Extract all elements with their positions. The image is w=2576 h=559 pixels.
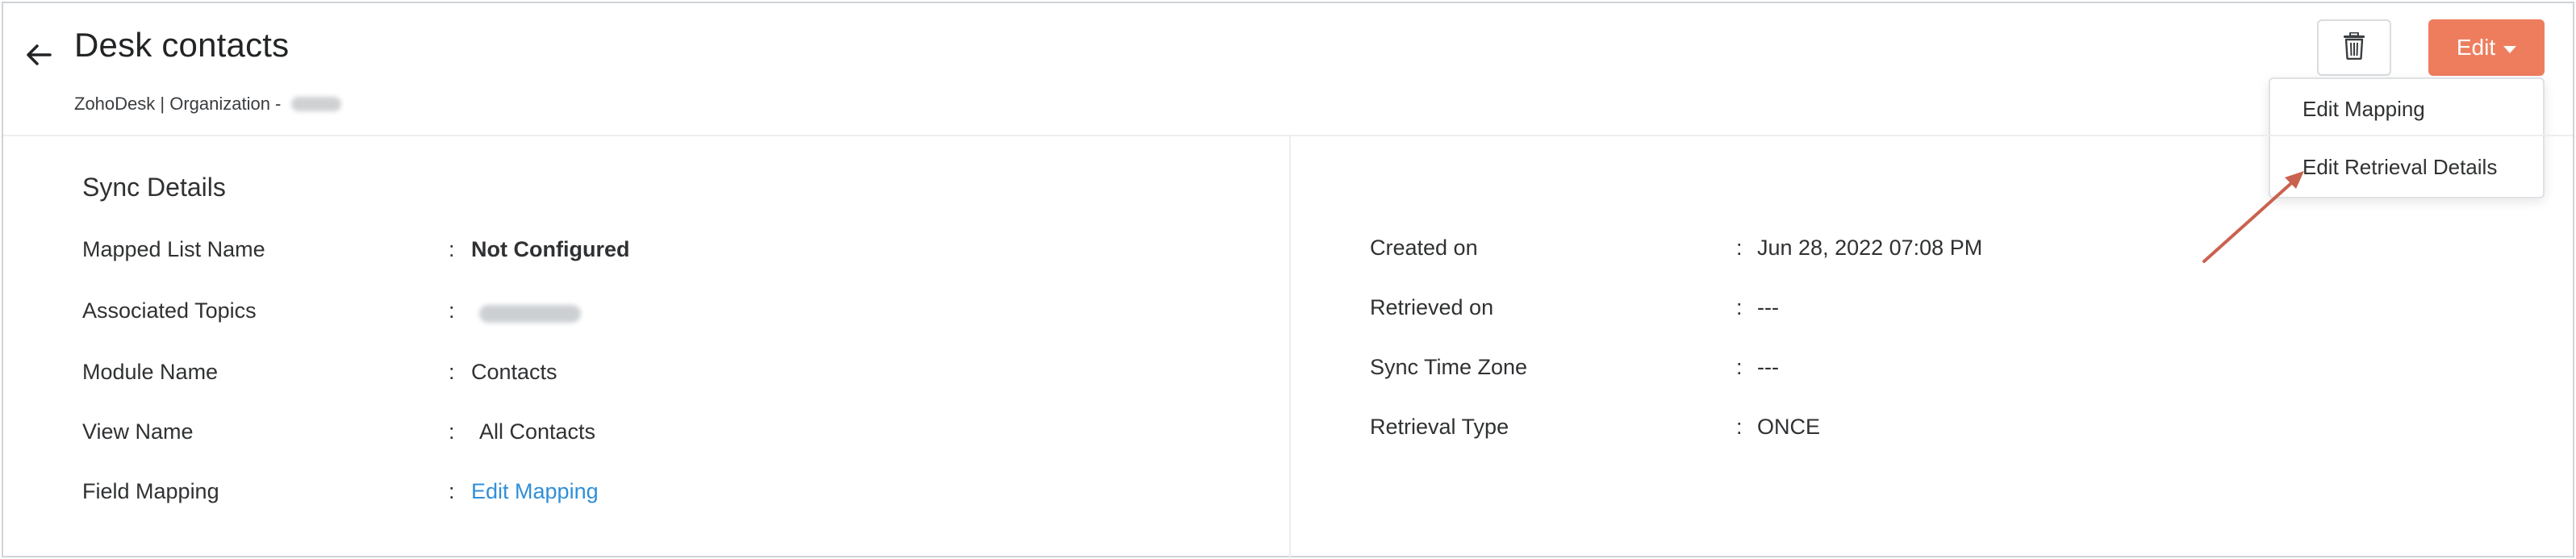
field-value-created-on: Jun 28, 2022 07:08 PM (1757, 236, 1983, 260)
app-frame: Desk contacts ZohoDesk | Organization - … (2, 2, 2574, 559)
field-separator: : (449, 298, 455, 323)
annotation-arrow-icon (2202, 171, 2304, 263)
field-label-associated-topics: Associated Topics (82, 298, 257, 323)
field-separator: : (1736, 236, 1743, 260)
caret-down-icon (2503, 45, 2517, 53)
field-value-mapped-list-name: Not Configured (471, 237, 630, 261)
field-label-retrieval-type: Retrieval Type (1370, 415, 1509, 439)
column-divider (1289, 136, 1291, 559)
field-separator: : (1736, 415, 1743, 439)
field-value-module-name: Contacts (471, 360, 557, 384)
redacted-organization-name (290, 97, 341, 111)
edit-dropdown-button[interactable]: Edit (2428, 19, 2545, 76)
page-title: Desk contacts (74, 26, 290, 64)
field-separator: : (449, 419, 455, 444)
field-separator: : (449, 237, 455, 261)
field-value-retrieved-on: --- (1757, 295, 1779, 319)
edit-button-label: Edit (2456, 35, 2496, 60)
field-label-created-on: Created on (1370, 236, 1478, 260)
section-title: Sync Details (82, 173, 226, 202)
field-label-field-mapping: Field Mapping (82, 479, 219, 503)
edit-mapping-link[interactable]: Edit Mapping (471, 479, 599, 504)
field-label-sync-time-zone: Sync Time Zone (1370, 355, 1528, 379)
page-subtitle: ZohoDesk | Organization - (74, 94, 341, 115)
field-label-module-name: Module Name (82, 360, 219, 384)
menu-item-edit-mapping[interactable]: Edit Mapping (2303, 97, 2425, 122)
redacted-associated-topic (479, 305, 581, 323)
field-separator: : (449, 479, 455, 503)
field-label-mapped-list-name: Mapped List Name (82, 237, 265, 261)
menu-item-edit-retrieval-details[interactable]: Edit Retrieval Details (2303, 155, 2497, 180)
field-separator: : (1736, 295, 1743, 319)
subtitle-text: ZohoDesk | Organization - (74, 94, 286, 114)
field-value-view-name: All Contacts (479, 419, 596, 444)
field-label-view-name: View Name (82, 419, 194, 444)
back-arrow-icon[interactable] (24, 42, 53, 68)
field-separator: : (1736, 355, 1743, 379)
trash-icon (2343, 31, 2365, 64)
header-divider (3, 135, 2573, 136)
field-separator: : (449, 360, 455, 384)
field-value-retrieval-type: ONCE (1757, 415, 1821, 439)
field-value-sync-time-zone: --- (1757, 355, 1779, 379)
delete-button[interactable] (2317, 19, 2391, 76)
field-label-retrieved-on: Retrieved on (1370, 295, 1494, 319)
